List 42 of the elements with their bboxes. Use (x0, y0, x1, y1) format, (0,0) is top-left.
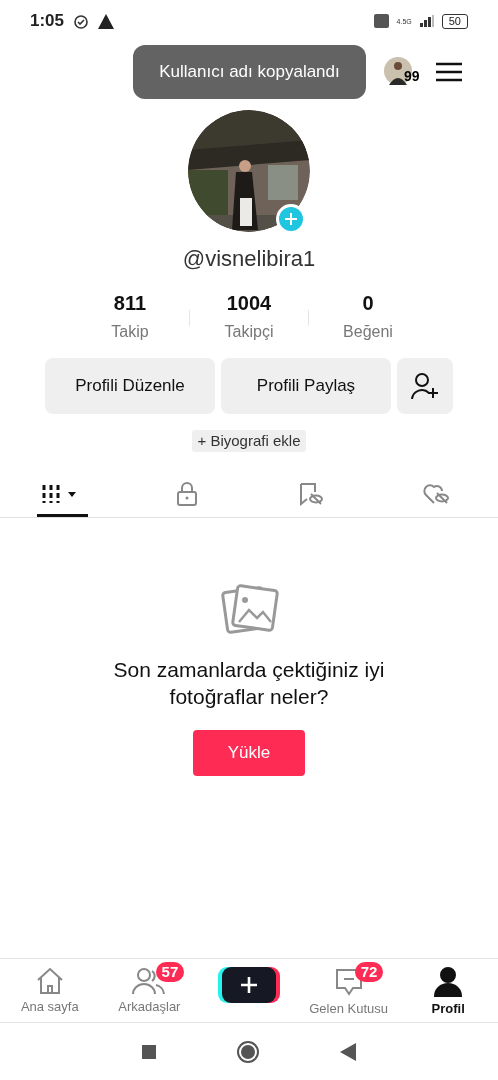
nav-item[interactable]: Profil (398, 959, 498, 1022)
lock-icon (175, 482, 198, 506)
notification-badge: 72 (354, 962, 384, 982)
notification-badge: 57 (155, 962, 185, 982)
nav-label: Arkadaşlar (118, 998, 181, 1016)
stat-label: Beğeni (343, 322, 393, 342)
story-count: 99 (404, 69, 420, 83)
person-icon (434, 967, 463, 997)
alarm-icon (72, 12, 91, 30)
clock-time: 1:05 (30, 10, 65, 33)
recents-icon[interactable] (142, 1044, 156, 1059)
stat-value: 1004 (226, 291, 272, 315)
plus-icon (285, 213, 297, 225)
back-icon[interactable] (340, 1042, 356, 1061)
stat-value: 811 (113, 291, 147, 315)
stat-label: Takipçi (224, 322, 274, 342)
add-person-icon (411, 372, 439, 400)
home-button-icon[interactable] (236, 1039, 260, 1064)
signal-icon (419, 15, 434, 27)
empty-state-message: Son zamanlarda çektiğiniz iyi fotoğraflar neler? (112, 657, 386, 710)
profile-button[interactable]: Profili Düzenle (45, 358, 215, 414)
heart-hidden-icon (421, 482, 450, 506)
username[interactable]: @visnelibira1 (182, 242, 316, 275)
bookmark-hidden-icon (298, 482, 325, 506)
nav-item[interactable]: 57 Arkadaşlar (99, 959, 200, 1022)
photos-icon (219, 584, 279, 634)
add-bio-tag[interactable]: + Biyografi ekle (191, 430, 307, 452)
upload-button[interactable]: Yükle (193, 730, 305, 776)
stat-label: Takip (111, 322, 149, 342)
warning-icon (98, 13, 115, 29)
plus-icon (241, 977, 257, 993)
toast: Kullanıcı adı kopyalandı (133, 45, 366, 99)
menu-icon[interactable] (436, 62, 462, 82)
nav-item[interactable]: 72 Gelen Kutusu (298, 959, 399, 1022)
nav-item[interactable]: Ana sayfa (0, 959, 100, 1022)
nav-label: Ana sayfa (20, 998, 79, 1016)
add-friend-button[interactable] (397, 358, 453, 414)
nav-label: Gelen Kutusu (309, 1000, 388, 1018)
profile-button[interactable]: Profili Paylaş (221, 358, 391, 414)
battery-indicator: 50 (441, 13, 468, 29)
stat-value: 0 (362, 291, 374, 315)
nav-label: Profil (431, 1000, 465, 1018)
